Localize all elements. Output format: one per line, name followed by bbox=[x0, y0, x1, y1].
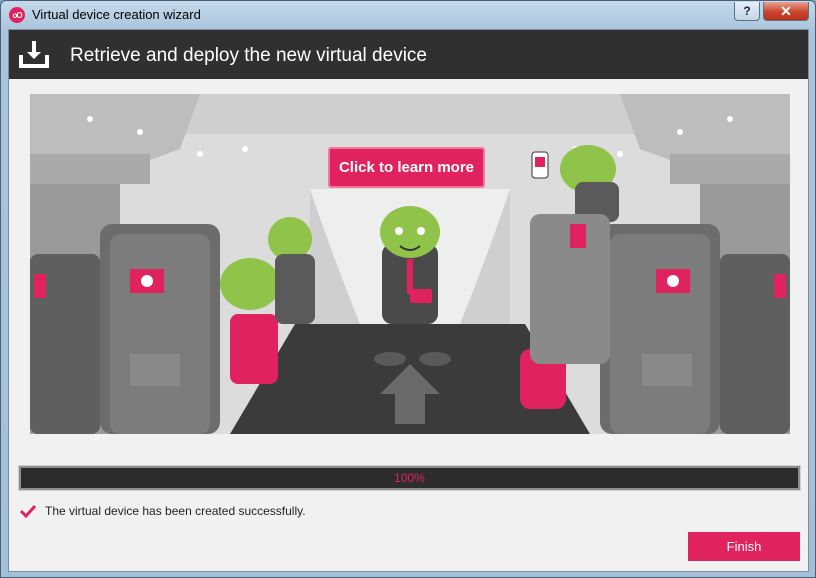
wizard-content: Retrieve and deploy the new virtual devi… bbox=[8, 29, 809, 572]
wizard-window: oO Virtual device creation wizard ? ✕ Re… bbox=[0, 0, 816, 578]
download-tray-icon bbox=[19, 41, 49, 68]
progress-label: 100% bbox=[394, 471, 425, 485]
wizard-header: Retrieve and deploy the new virtual devi… bbox=[9, 30, 808, 79]
app-logo-icon: oO bbox=[9, 7, 25, 23]
page-title: Retrieve and deploy the new virtual devi… bbox=[70, 45, 427, 66]
learn-more-banner[interactable]: Click to learn more bbox=[328, 147, 485, 188]
title-bar[interactable]: oO Virtual device creation wizard ? ✕ bbox=[1, 1, 815, 29]
airplane-illustration: Click to learn more bbox=[30, 94, 790, 434]
help-button[interactable]: ? bbox=[734, 2, 760, 21]
status-message-row: The virtual device has been created succ… bbox=[20, 502, 306, 520]
checkmark-icon bbox=[20, 504, 36, 518]
progress-bar: 100% bbox=[18, 465, 801, 491]
close-button[interactable]: ✕ bbox=[763, 2, 809, 21]
window-title: Virtual device creation wizard bbox=[32, 7, 201, 22]
status-text: The virtual device has been created succ… bbox=[45, 504, 306, 518]
finish-button[interactable]: Finish bbox=[688, 532, 800, 561]
